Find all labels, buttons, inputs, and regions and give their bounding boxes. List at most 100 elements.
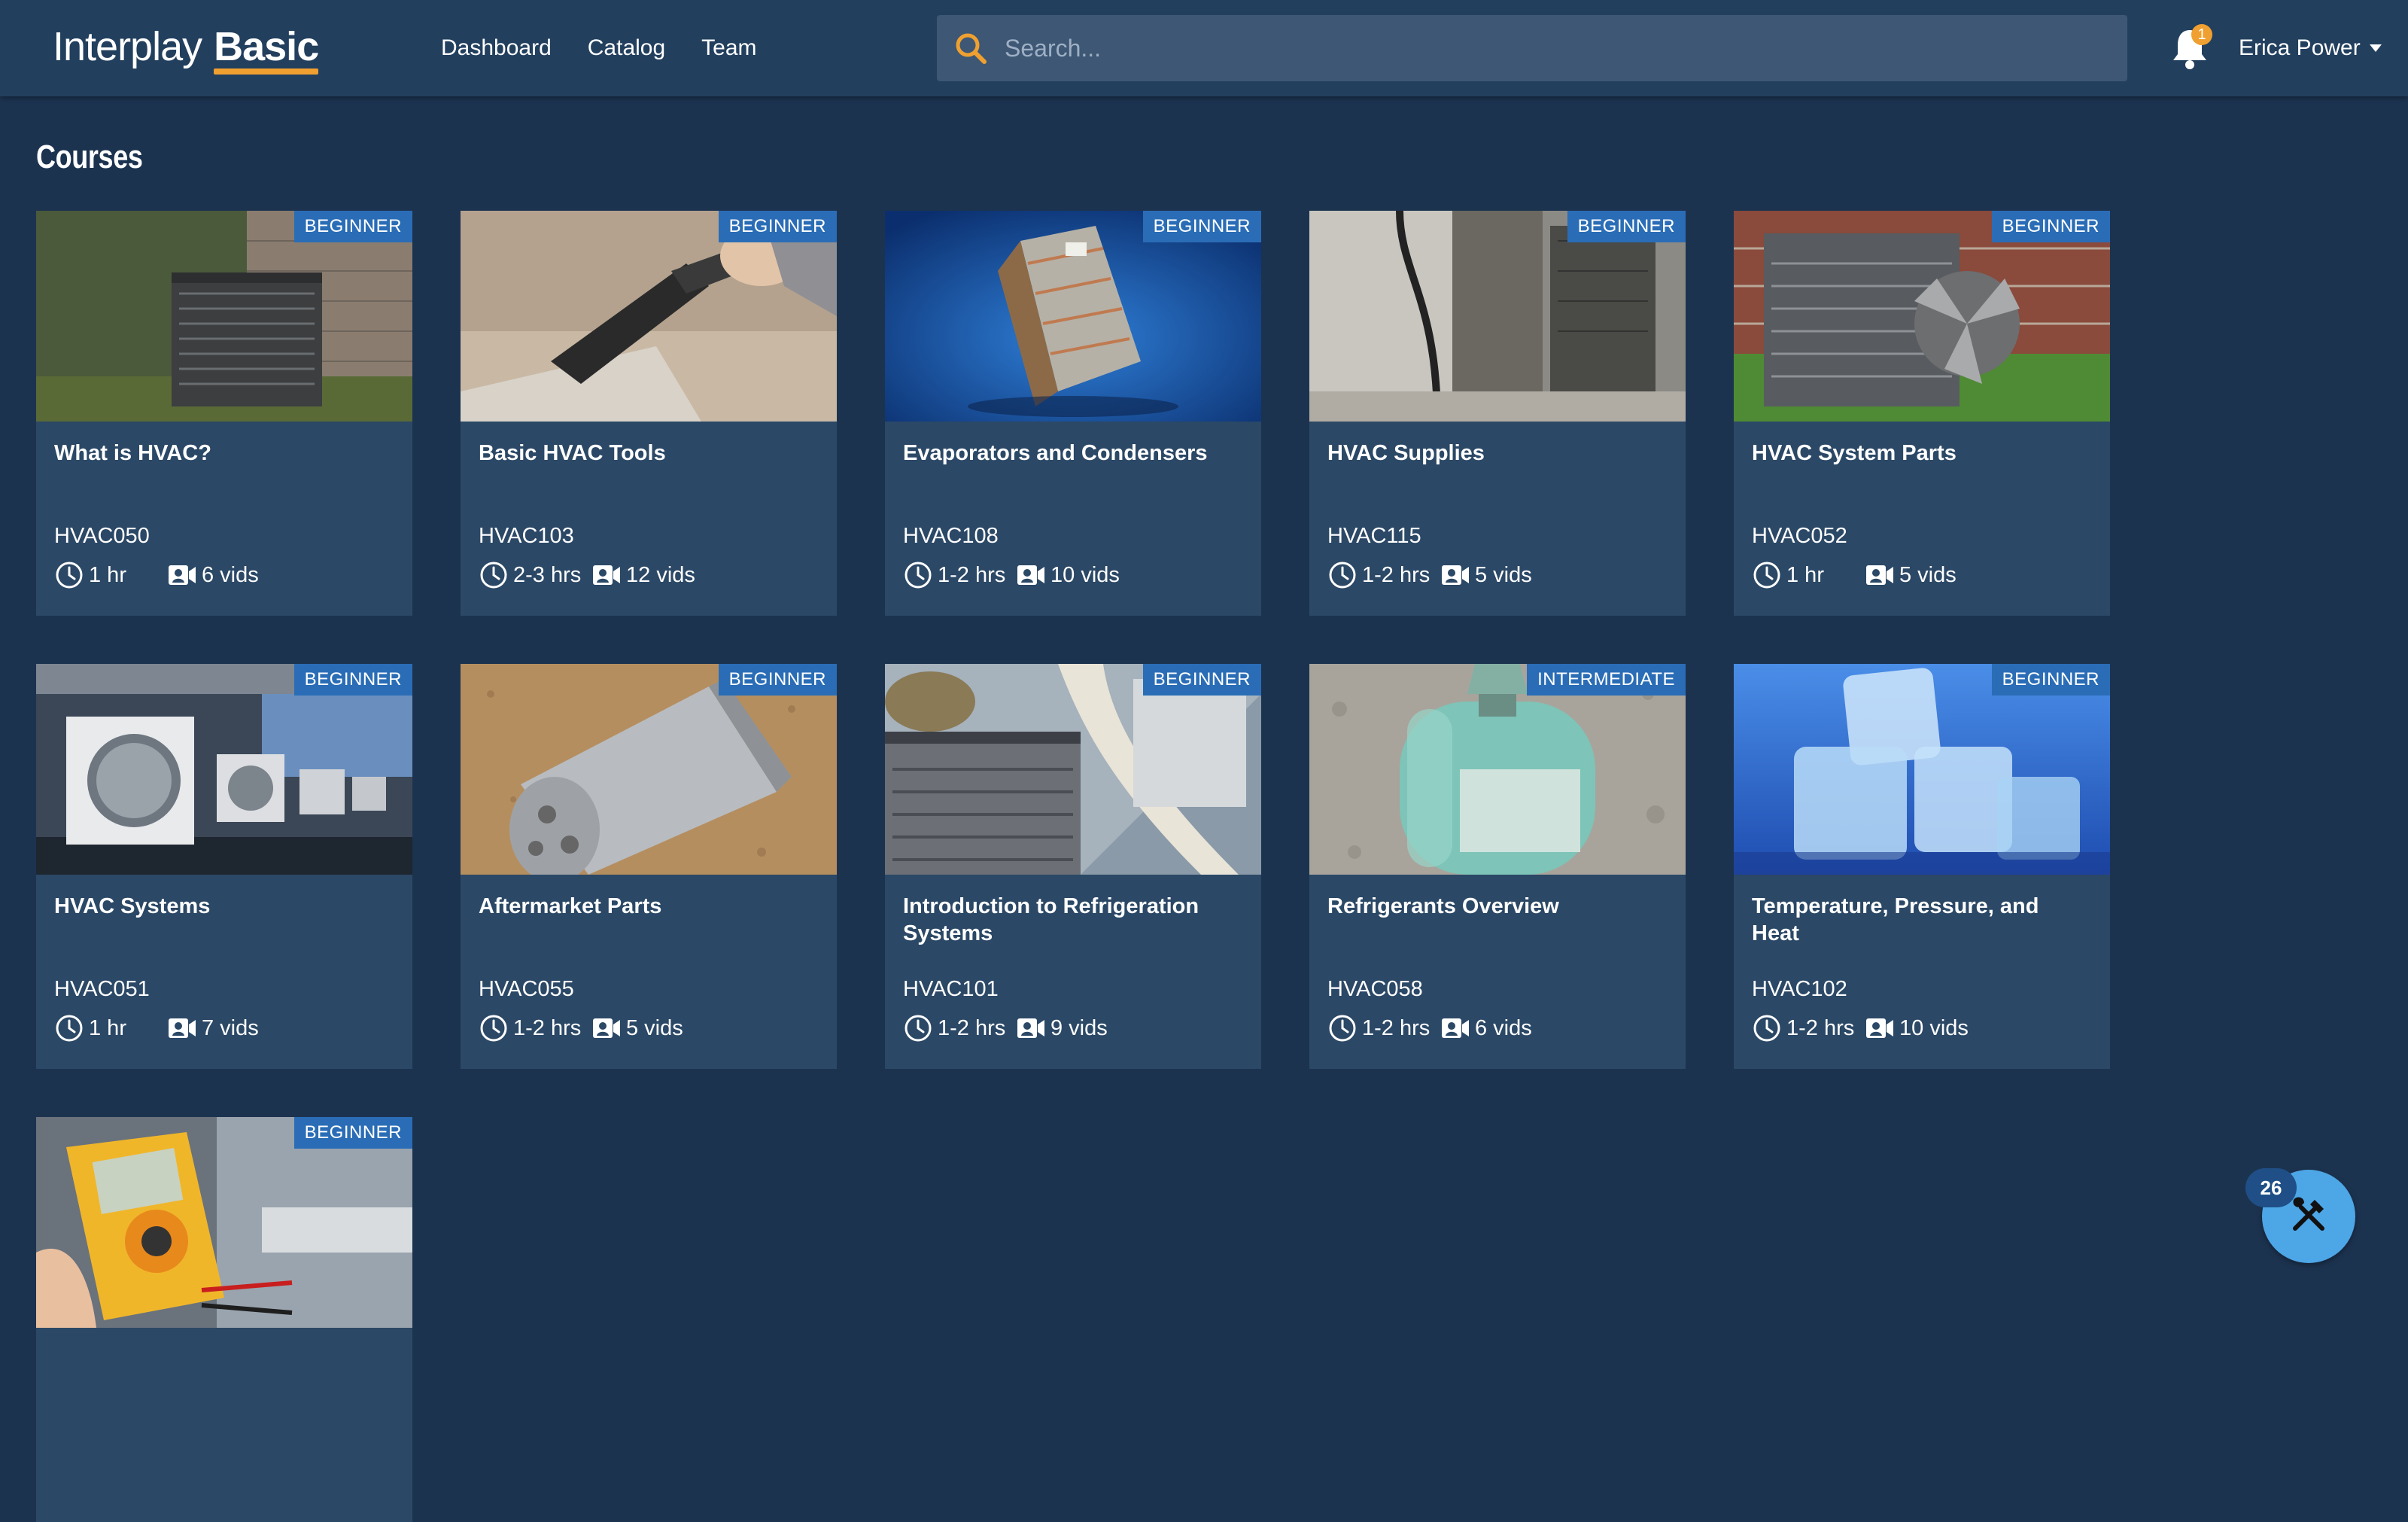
- nav-team[interactable]: Team: [701, 35, 756, 61]
- search-input[interactable]: [1005, 15, 2127, 81]
- course-duration-text: 1-2 hrs: [938, 1015, 1006, 1040]
- course-video-count-text: 5 vids: [1475, 562, 1532, 587]
- course-meta: 1-2 hrs 6 vids: [1327, 1012, 1532, 1045]
- course-title: Temperature, Pressure, and Heat: [1752, 894, 2039, 945]
- course-card[interactable]: BEGINNER Basic HVAC Tools HVAC103 2-3 hr…: [461, 211, 837, 616]
- clock-icon: [1752, 1013, 1782, 1043]
- course-thumbnail: BEGINNER: [1309, 211, 1686, 422]
- course-level-badge: BEGINNER: [718, 664, 837, 696]
- course-card[interactable]: BEGINNER: [36, 1117, 412, 1522]
- course-thumbnail: BEGINNER: [885, 211, 1261, 422]
- course-meta: 1 hr 6 vids: [54, 559, 259, 592]
- course-duration: 1-2 hrs: [1327, 1013, 1440, 1043]
- course-thumbnail: BEGINNER: [36, 211, 412, 422]
- course-title: Basic HVAC Tools: [479, 441, 666, 465]
- course-thumbnail: BEGINNER: [461, 211, 837, 422]
- course-level-badge: BEGINNER: [293, 1117, 412, 1149]
- course-card[interactable]: BEGINNER HVAC Supplies HVAC115 1-2 hrs 5…: [1309, 211, 1686, 616]
- course-video-count: 5 vids: [1440, 560, 1532, 590]
- course-video-count-text: 5 vids: [626, 1015, 683, 1040]
- course-level-badge: BEGINNER: [1567, 211, 1686, 242]
- course-thumbnail: BEGINNER: [461, 664, 837, 875]
- course-card[interactable]: INTERMEDIATE Refrigerants Overview HVAC0…: [1309, 664, 1686, 1069]
- course-duration-text: 1 hr: [89, 562, 126, 587]
- course-duration-text: 2-3 hrs: [513, 562, 582, 587]
- video-icon: [167, 1013, 197, 1043]
- course-title: Refrigerants Overview: [1327, 894, 1559, 918]
- course-level-badge: BEGINNER: [293, 211, 412, 242]
- course-duration-text: 1-2 hrs: [513, 1015, 582, 1040]
- course-level-badge: BEGINNER: [1991, 211, 2110, 242]
- course-title: What is HVAC?: [54, 441, 211, 465]
- course-card[interactable]: BEGINNER What is HVAC? HVAC050 1 hr 6 vi…: [36, 211, 412, 616]
- video-icon: [1440, 1013, 1470, 1043]
- user-name: Erica Power: [2239, 35, 2361, 60]
- course-video-count: 12 vids: [591, 560, 695, 590]
- course-video-count-text: 6 vids: [1475, 1015, 1532, 1040]
- clock-icon: [54, 1013, 84, 1043]
- course-code: HVAC102: [1752, 977, 1847, 1001]
- video-icon: [1016, 560, 1046, 590]
- nav-dashboard[interactable]: Dashboard: [441, 35, 552, 61]
- course-duration: 1-2 hrs: [1327, 560, 1440, 590]
- logo-brand: Interplay: [53, 24, 202, 69]
- course-duration-text: 1 hr: [1786, 562, 1824, 587]
- video-icon: [1865, 560, 1895, 590]
- clock-icon: [1752, 560, 1782, 590]
- course-title: Aftermarket Parts: [479, 894, 662, 918]
- course-meta: 1-2 hrs 5 vids: [1327, 559, 1532, 592]
- course-level-badge: BEGINNER: [718, 211, 837, 242]
- video-icon: [1016, 1013, 1046, 1043]
- logo-tier: Basic: [214, 24, 319, 75]
- course-video-count-text: 12 vids: [626, 562, 695, 587]
- course-video-count-text: 5 vids: [1899, 562, 1956, 587]
- course-card[interactable]: BEGINNER HVAC Systems HVAC051 1 hr 7 vid…: [36, 664, 412, 1069]
- course-video-count-text: 10 vids: [1050, 562, 1120, 587]
- course-thumbnail: INTERMEDIATE: [1309, 664, 1686, 875]
- course-code: HVAC051: [54, 977, 150, 1001]
- video-icon: [591, 560, 622, 590]
- course-duration-text: 1-2 hrs: [1362, 562, 1431, 587]
- video-icon: [1440, 560, 1470, 590]
- course-video-count: 6 vids: [1440, 1013, 1532, 1043]
- clock-icon: [903, 1013, 933, 1043]
- course-meta: 1-2 hrs 10 vids: [903, 559, 1120, 592]
- video-icon: [167, 560, 197, 590]
- video-icon: [1865, 1013, 1895, 1043]
- course-meta: 1 hr 5 vids: [1752, 559, 1956, 592]
- course-video-count: 10 vids: [1865, 1013, 1969, 1043]
- course-title: HVAC System Parts: [1752, 441, 1956, 465]
- user-menu[interactable]: Erica Power: [2239, 0, 2382, 96]
- app-logo[interactable]: Interplay Basic: [53, 17, 319, 77]
- notification-count-badge: 1: [2191, 24, 2212, 45]
- course-title: HVAC Systems: [54, 894, 211, 918]
- course-duration: 1-2 hrs: [479, 1013, 591, 1043]
- main-nav: Dashboard Catalog Team: [441, 0, 757, 96]
- course-duration: 1-2 hrs: [903, 560, 1016, 590]
- search-icon[interactable]: [937, 15, 1005, 81]
- course-thumbnail: BEGINNER: [36, 1117, 412, 1328]
- course-meta: 1-2 hrs 10 vids: [1752, 1012, 1969, 1045]
- course-card[interactable]: BEGINNER Evaporators and Condensers HVAC…: [885, 211, 1261, 616]
- course-video-count-text: 10 vids: [1899, 1015, 1969, 1040]
- course-level-badge: BEGINNER: [293, 664, 412, 696]
- course-level-badge: INTERMEDIATE: [1527, 664, 1686, 696]
- course-card[interactable]: BEGINNER Introduction to Refrigeration S…: [885, 664, 1261, 1069]
- nav-catalog[interactable]: Catalog: [588, 35, 665, 61]
- course-card[interactable]: BEGINNER Temperature, Pressure, and Heat…: [1734, 664, 2110, 1069]
- course-thumbnail: BEGINNER: [1734, 664, 2110, 875]
- course-thumbnail: BEGINNER: [1734, 211, 2110, 422]
- page-title: Courses: [36, 139, 143, 175]
- course-video-count: 9 vids: [1016, 1013, 1108, 1043]
- course-meta: 1-2 hrs 5 vids: [479, 1012, 683, 1045]
- course-level-badge: BEGINNER: [1142, 664, 1261, 696]
- clock-icon: [1327, 1013, 1358, 1043]
- course-code: HVAC108: [903, 524, 999, 548]
- course-code: HVAC101: [903, 977, 999, 1001]
- video-icon: [591, 1013, 622, 1043]
- course-card[interactable]: BEGINNER HVAC System Parts HVAC052 1 hr …: [1734, 211, 2110, 616]
- course-code: HVAC050: [54, 524, 150, 548]
- course-thumbnail: BEGINNER: [36, 664, 412, 875]
- course-code: HVAC115: [1327, 524, 1421, 548]
- course-card[interactable]: BEGINNER Aftermarket Parts HVAC055 1-2 h…: [461, 664, 837, 1069]
